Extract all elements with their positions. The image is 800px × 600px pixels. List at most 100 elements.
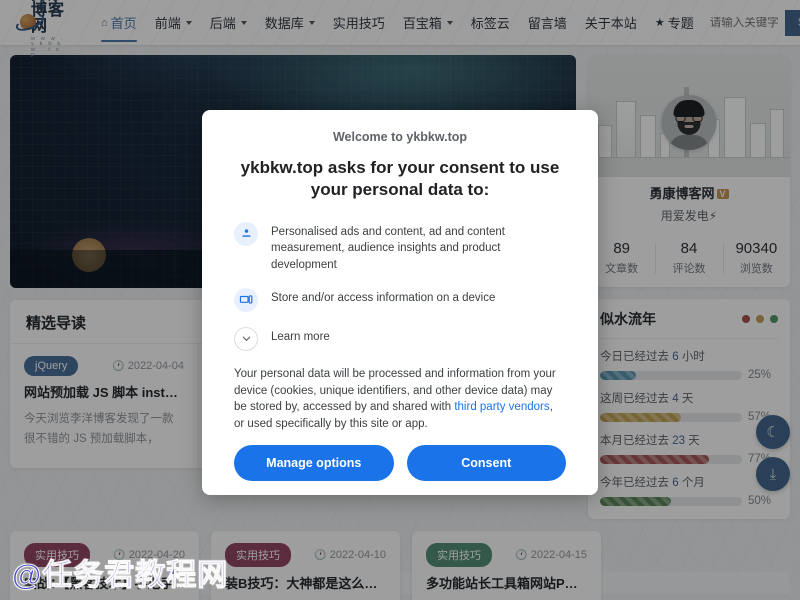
nav-item-toolbox[interactable]: 百宝箱 [394, 1, 462, 44]
nav-item-frontend[interactable]: 前端 [146, 1, 201, 44]
stat-comments: 84 评论数 [655, 240, 722, 276]
learn-more-label[interactable]: Learn more [271, 327, 330, 345]
consent-button[interactable]: Consent [406, 445, 566, 481]
clock-icon: 🕐 [112, 360, 125, 372]
list-item[interactable]: 实用技巧 🕐 2022-04-10 装B技巧：大神都是这么关... 用电脑装逼是… [211, 531, 400, 600]
floating-action-buttons: ☾ ⤓ [756, 415, 790, 491]
consent-dialog: Welcome to ykbkw.top ykbkw.top asks for … [202, 110, 598, 495]
post-date-text: 2022-04-04 [127, 360, 184, 372]
site-header: 勇康博客网 w w w . y k b k w . t o p ⌂ 首页 前端 … [0, 0, 800, 58]
download-icon: ⤓ [769, 465, 777, 483]
avatar[interactable] [661, 95, 717, 150]
post-tag[interactable]: 实用技巧 [426, 543, 492, 567]
person-icon [234, 221, 258, 246]
nav-item-topics[interactable]: ★ 专题 [646, 1, 703, 44]
list-item[interactable]: jQuery 🕐 2022-04-04 网站预加载 JS 脚本 instan..… [10, 344, 199, 468]
post-date: 🕐 2022-04-04 [112, 360, 184, 372]
time-row-month: 77% [600, 453, 778, 465]
stat-value: 89 [613, 240, 630, 257]
nav-label: 首页 [110, 16, 137, 31]
watermark: @任务君教程网 [11, 559, 229, 593]
stat-label: 文章数 [605, 263, 639, 275]
nav-label: 关于本站 [584, 16, 637, 31]
progress-bar-week [600, 412, 742, 422]
profile-card: 勇康博客网 V 用爱发电⚡ 89 文章数 84 评论数 90340 浏览数 [588, 55, 790, 287]
post-title[interactable]: 装B技巧：大神都是这么关... [225, 576, 386, 593]
chevron-down-icon [185, 20, 192, 25]
window-dots [742, 315, 778, 323]
nav-item-about[interactable]: 关于本站 [576, 1, 646, 44]
post-date-text: 2022-04-15 [530, 549, 587, 561]
device-icon [234, 287, 258, 312]
post-title[interactable]: 多功能站长工具箱网站PHP... [426, 576, 587, 593]
chevron-down-icon [240, 20, 247, 25]
time-row-day: 25% [600, 369, 778, 381]
clock-icon: 🕐 [314, 549, 327, 561]
clock-icon: 🕐 [515, 549, 528, 561]
chevron-down-icon [308, 20, 315, 25]
profile-name-row: 勇康博客网 V [588, 183, 790, 202]
purpose-item-text: Store and/or access information on a dev… [271, 291, 496, 304]
glasses-icon [675, 114, 703, 122]
post-meta: 实用技巧 🕐 2022-04-15 [426, 543, 587, 567]
progress-pct-day: 25% [748, 369, 772, 381]
time-row-label-month: 本月已经过去 23 天 [600, 435, 700, 447]
nav-label: 前端 [154, 16, 181, 31]
purpose-item-device-storage: Store and/or access information on a dev… [234, 287, 566, 312]
nav-item-backend[interactable]: 后端 [201, 1, 256, 44]
nav-item-guestbook[interactable]: 留言墙 [519, 1, 576, 44]
search-button[interactable]: Search [784, 9, 800, 36]
nav-label: 标签云 [470, 16, 510, 31]
main-nav: ⌂ 首页 前端 后端 数据库 实用技巧 百宝箱 标签云 留言墙 关于本站 ★ 专… [92, 1, 703, 44]
nav-item-database[interactable]: 数据库 [256, 1, 324, 44]
chevron-down-icon [446, 20, 453, 25]
nav-item-tips[interactable]: 实用技巧 [324, 1, 394, 44]
profile-slogan: 用爱发电⚡ [660, 209, 718, 223]
nav-label: 专题 [667, 16, 694, 31]
nav-item-home[interactable]: ⌂ 首页 [92, 1, 146, 44]
consent-dialog-actions: Manage options Consent [202, 434, 598, 495]
stat-articles: 89 文章数 [588, 240, 655, 276]
stat-views: 90340 浏览数 [722, 240, 790, 276]
time-row-week: 57% [600, 411, 778, 423]
scroll-download-button[interactable]: ⤓ [756, 457, 790, 491]
search-input[interactable] [702, 16, 779, 29]
purpose-item-text: Personalised ads and content, ad and con… [271, 225, 506, 271]
nav-label: 实用技巧 [332, 16, 385, 31]
nav-item-tagcloud[interactable]: 标签云 [462, 1, 519, 44]
time-card-header: 似水流年 [600, 309, 778, 339]
time-row-label-year: 今年已经过去 6 个月 [600, 477, 705, 489]
third-party-vendors-link[interactable]: third party vendors [454, 401, 549, 413]
verified-badge: V [716, 189, 729, 199]
star-icon: ★ [654, 17, 665, 29]
purpose-item-personalised-ads: Personalised ads and content, ad and con… [234, 221, 566, 273]
progress-pct-year: 50% [748, 495, 772, 507]
post-date-text: 2022-04-10 [329, 549, 386, 561]
nav-label: 留言墙 [527, 16, 567, 31]
header-search: Search [702, 9, 800, 36]
learn-more-row[interactable]: Learn more [234, 326, 566, 351]
planet-icon [13, 10, 47, 34]
dialog-title: ykbkw.top asks for your consent to use y… [240, 158, 560, 200]
time-row-label-week: 这周已经过去 4 天 [600, 393, 694, 405]
stat-value: 84 [680, 240, 698, 257]
post-excerpt: 今天浏览李洋博客发现了一款很不错的 JS 预加载脚本，instant.page，… [24, 412, 174, 446]
post-title[interactable]: 网站预加载 JS 脚本 instan... [24, 385, 184, 402]
nav-label: 百宝箱 [402, 16, 442, 31]
site-logo[interactable]: 勇康博客网 w w w . y k b k w . t o p [13, 0, 68, 59]
list-item[interactable]: 实用技巧 🕐 2022-04-15 多功能站长工具箱网站PHP... 前言由于p… [412, 531, 601, 600]
manage-options-button[interactable]: Manage options [234, 445, 394, 481]
consent-paragraph-1: Your personal data will be processed and… [234, 366, 566, 433]
yellow-dot-icon [756, 315, 764, 323]
progress-bar-year [600, 496, 742, 506]
post-tag[interactable]: 实用技巧 [225, 543, 291, 567]
post-tag[interactable]: jQuery [24, 356, 79, 376]
chevron-down-icon [234, 326, 258, 351]
post-meta: jQuery 🕐 2022-04-04 [24, 356, 184, 376]
screen: 勇康博客网 w w w . y k b k w . t o p ⌂ 首页 前端 … [0, 0, 800, 600]
time-row-label-day: 今日已经过去 6 小时 [600, 351, 705, 363]
profile-name: 勇康博客网 [649, 186, 715, 201]
dark-mode-button[interactable]: ☾ [756, 415, 790, 449]
purpose-list: Personalised ads and content, ad and con… [234, 221, 566, 351]
time-card-title: 似水流年 [600, 311, 656, 327]
